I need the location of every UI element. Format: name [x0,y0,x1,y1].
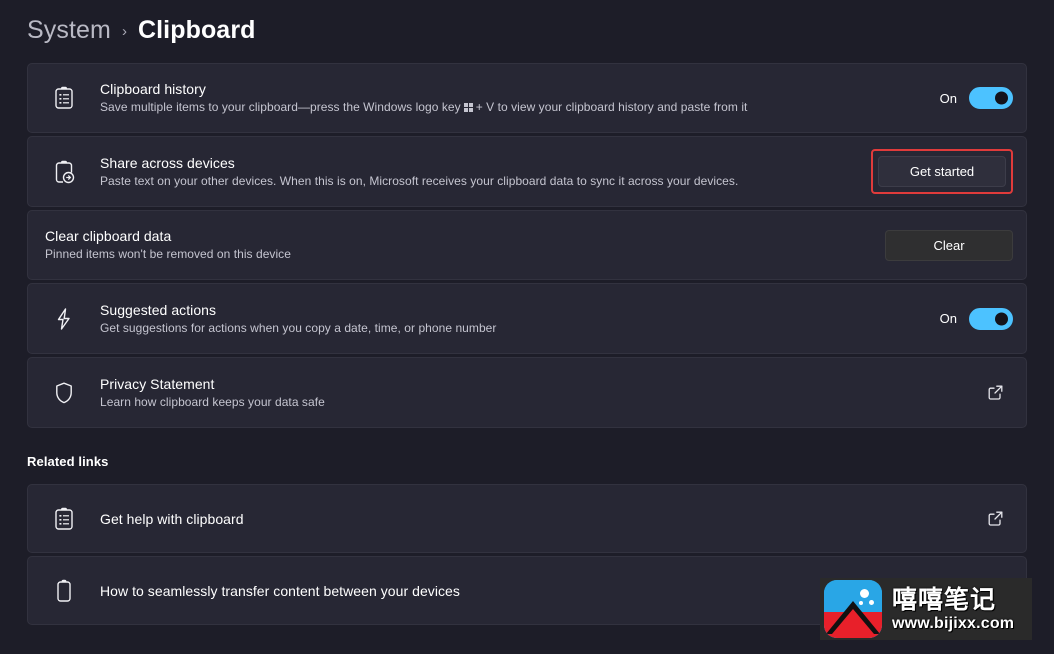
setting-description: Learn how clipboard keeps your data safe [100,394,325,409]
clipboard-history-toggle[interactable] [969,87,1013,109]
setting-row-suggested-actions[interactable]: Suggested actions Get suggestions for ac… [27,283,1027,354]
setting-control [980,378,1013,408]
clipboard-list-icon [45,500,83,538]
page-title: Clipboard [137,15,256,44]
setting-row-privacy-statement[interactable]: Privacy Statement Learn how clipboard ke… [27,357,1027,428]
setting-description-part2: + V to view your clipboard history and p… [475,100,748,114]
toggle-state-label: On [939,90,957,106]
setting-description-part1: Save multiple items to your clipboard—pr… [100,100,461,114]
setting-row-share-across-devices[interactable]: Share across devices Paste text on your … [27,136,1027,207]
clipboard-sync-icon [45,153,83,191]
setting-title: Clipboard history [100,81,206,97]
setting-row-clear-clipboard-data[interactable]: Clear clipboard data Pinned items won't … [27,210,1027,280]
related-link-row-get-help[interactable]: Get help with clipboard [27,484,1027,553]
watermark-site-url: www.bijixx.com [892,614,1015,632]
toggle-knob [995,91,1008,105]
setting-text-block: Suggested actions Get suggestions for ac… [100,301,926,337]
setting-text-block: Clear clipboard data Pinned items won't … [45,227,871,263]
get-started-button[interactable]: Get started [878,156,1006,187]
external-link-icon[interactable] [980,504,1010,534]
toggle-state-label: On [939,311,957,326]
setting-title: Suggested actions [100,301,217,318]
setting-text-block: Share across devices Paste text on your … [100,154,857,190]
watermark-logo-icon [824,580,882,638]
related-link-control [980,504,1013,534]
setting-description: Paste text on your other devices. When t… [100,173,739,188]
setting-title: Clear clipboard data [45,228,172,244]
setting-control: Get started [871,149,1013,194]
setting-control: On [940,87,1013,109]
shield-icon [45,374,83,412]
setting-description: Save multiple items to your clipboard—pr… [100,99,926,116]
setting-text-block: Clipboard history Save multiple items to… [100,80,926,116]
suggested-actions-toggle[interactable] [969,307,1013,330]
setting-description: Get suggestions for actions when you cop… [100,320,497,335]
highlight-annotation-box: Get started [871,149,1013,194]
setting-title: Privacy Statement [100,375,215,392]
setting-description: Pinned items won't be removed on this de… [45,247,291,261]
breadcrumb: System › Clipboard [27,10,256,50]
external-link-icon[interactable] [980,378,1010,408]
breadcrumb-parent-system[interactable]: System [27,16,111,45]
setting-control: On [939,307,1013,330]
watermark-site-name: 嘻嘻笔记 [892,585,997,614]
related-link-text-block: Get help with clipboard [100,509,966,529]
chevron-right-icon: › [121,23,127,40]
lightning-bolt-icon [45,300,83,338]
setting-text-block: Privacy Statement Learn how clipboard ke… [100,375,966,411]
windows-logo-key-icon [463,103,473,112]
settings-card-list: Clipboard history Save multiple items to… [27,63,1027,431]
related-links-heading: Related links [27,454,109,469]
clear-button[interactable]: Clear [885,229,1013,261]
setting-control: Clear [885,229,1013,261]
clipboard-list-icon [45,79,83,117]
watermark-text: 嘻嘻笔记 www.bijixx.com [892,586,1014,633]
watermark: 嘻嘻笔记 www.bijixx.com [820,578,1032,640]
clipboard-icon [45,572,83,610]
setting-row-clipboard-history[interactable]: Clipboard history Save multiple items to… [27,63,1027,133]
setting-title: Share across devices [100,154,235,171]
toggle-knob [995,312,1008,325]
related-link-title: Get help with clipboard [100,510,244,527]
